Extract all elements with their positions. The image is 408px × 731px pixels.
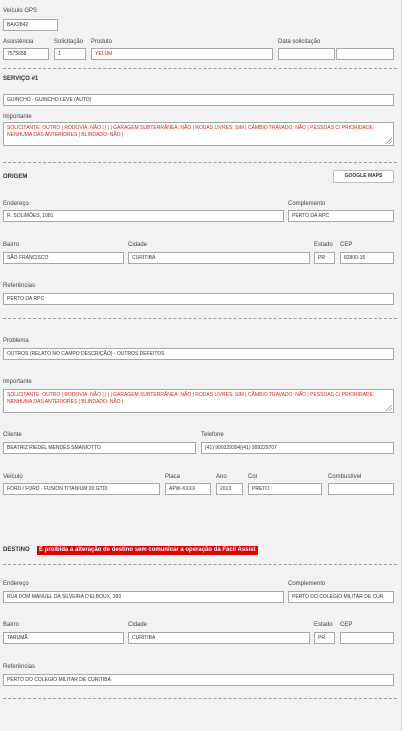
- problema-label: Problema: [3, 338, 29, 344]
- veiculo-field[interactable]: FORD / FORD - FUSION TITANIUM 20 GTDI: [3, 483, 160, 495]
- placa-field[interactable]: APW-XXXX: [165, 483, 211, 495]
- origem-endereco-field[interactable]: R. SOLIMÕES, 1081: [3, 210, 284, 222]
- scrollbar[interactable]: [401, 0, 408, 731]
- telefone-field[interactable]: (41) 999229394|(41) 999229707: [201, 442, 394, 454]
- origem-cep-field[interactable]: 82800-16: [340, 252, 394, 264]
- destino-cidade-field[interactable]: CURITIBA: [128, 632, 310, 644]
- destino-cidade-label: Cidade: [128, 622, 148, 628]
- origem-cep-label: CEP: [340, 242, 353, 248]
- servico-tipo-field[interactable]: GUINCHO - GUINCHO LEVE (AUTO): [3, 94, 394, 106]
- destino-cep-field[interactable]: [340, 632, 394, 644]
- combustivel-label: Combustível: [328, 474, 362, 480]
- veiculo-gps-field[interactable]: BAX2842: [3, 19, 58, 31]
- origem-cidade-field[interactable]: CURITIBA: [128, 252, 310, 264]
- importante-text: SOLICITANTE: OUTRO | RODOVIA: NÃO | | | …: [7, 125, 375, 138]
- assistencia-label: Assistência: [3, 39, 34, 45]
- importante-textarea[interactable]: SOLICITANTE: OUTRO | RODOVIA: NÃO | | | …: [3, 122, 394, 146]
- placa-label: Placa: [165, 474, 181, 480]
- resize-handle-icon[interactable]: [386, 138, 392, 144]
- cliente-label: Cliente: [3, 432, 22, 438]
- data-solicitacao-time-field[interactable]: [336, 48, 394, 60]
- cliente-field[interactable]: BEATRIZ RIEDEL MENDES SMANIOTTO: [3, 442, 196, 454]
- servico-title: SERVIÇO #1: [3, 76, 39, 82]
- origem-estado-field[interactable]: PR: [314, 252, 335, 264]
- solicitacao-label: Solicitação: [54, 39, 84, 45]
- importante2-text: SOLICITANTE: OUTRO | RODOVIA: NÃO | | | …: [7, 392, 375, 405]
- telefone-label: Telefone: [201, 432, 224, 438]
- combustivel-field[interactable]: [328, 483, 394, 495]
- destino-endereco-field[interactable]: RUA DOM MANUEL DA SILVEIRA D'ELBOUX, 399: [3, 591, 284, 603]
- origem-referencias-field[interactable]: PERTO DA RPC: [3, 293, 394, 305]
- destino-referencias-field[interactable]: PERTO DO COLEGIO MILITAR DE CURITIBA: [3, 674, 394, 686]
- data-solicitacao-date-field[interactable]: [278, 48, 335, 60]
- produto-label: Produto: [91, 39, 113, 45]
- cor-label: Cor: [248, 474, 258, 480]
- origem-bairro-label: Bairro: [3, 242, 20, 248]
- service-form: Veículo GPS BAX2842 Assistência 7575658 …: [0, 0, 402, 731]
- destino-warning-badge: É proibida a alteração de destino sem co…: [37, 546, 258, 555]
- origem-estado-label: Estado: [314, 242, 333, 248]
- assistencia-field[interactable]: 7575658: [3, 48, 49, 60]
- origem-bairro-field[interactable]: SÃO FRANCISCO: [3, 252, 124, 264]
- importante2-textarea[interactable]: SOLICITANTE: OUTRO | RODOVIA: NÃO | | | …: [3, 389, 394, 413]
- destino-referencias-label: Referências: [3, 664, 36, 670]
- veiculo-gps-label: Veículo GPS: [3, 8, 38, 14]
- solicitacao-field[interactable]: 1: [54, 48, 86, 60]
- destino-estado-field[interactable]: PR: [314, 632, 335, 644]
- importante2-label: Importante: [3, 379, 32, 385]
- data-solicitacao-label: Data solicitação: [278, 39, 321, 45]
- divider: [3, 698, 397, 699]
- divider: [3, 318, 397, 319]
- origem-cidade-label: Cidade: [128, 242, 148, 248]
- destino-endereco-label: Endereço: [3, 581, 29, 587]
- importante-label: Importante: [3, 114, 32, 120]
- destino-bairro-field[interactable]: TARUMÃ: [3, 632, 124, 644]
- destino-complemento-label: Complemento: [288, 581, 326, 587]
- origem-title: ORIGEM: [3, 174, 28, 180]
- google-maps-button[interactable]: GOOGLE MAPS: [333, 170, 394, 183]
- origem-complemento-label: Complemento: [288, 201, 326, 207]
- ano-field[interactable]: 2013: [216, 483, 243, 495]
- destino-complemento-field[interactable]: PERTO DO COLEGIO MILITAR DE CUR: [288, 591, 394, 603]
- resize-handle-icon[interactable]: [386, 405, 392, 411]
- divider: [3, 68, 397, 69]
- problema-field[interactable]: OUTROS (RELATO NO CAMPO DESCRIÇÃO) - OUT…: [3, 348, 394, 360]
- divider: [3, 564, 397, 565]
- destino-cep-label: CEP: [340, 622, 353, 628]
- ano-label: Ano: [216, 474, 227, 480]
- destino-title: DESTINO: [3, 547, 30, 553]
- veiculo-label: Veículo: [3, 474, 23, 480]
- origem-referencias-label: Referências: [3, 283, 36, 289]
- produto-field[interactable]: YELUM: [91, 48, 273, 60]
- destino-estado-label: Estado: [314, 622, 333, 628]
- divider: [3, 162, 397, 163]
- origem-endereco-label: Endereço: [3, 201, 29, 207]
- destino-bairro-label: Bairro: [3, 622, 20, 628]
- origem-complemento-field[interactable]: PERTO DA RPC: [288, 210, 394, 222]
- cor-field[interactable]: PRETO: [248, 483, 322, 495]
